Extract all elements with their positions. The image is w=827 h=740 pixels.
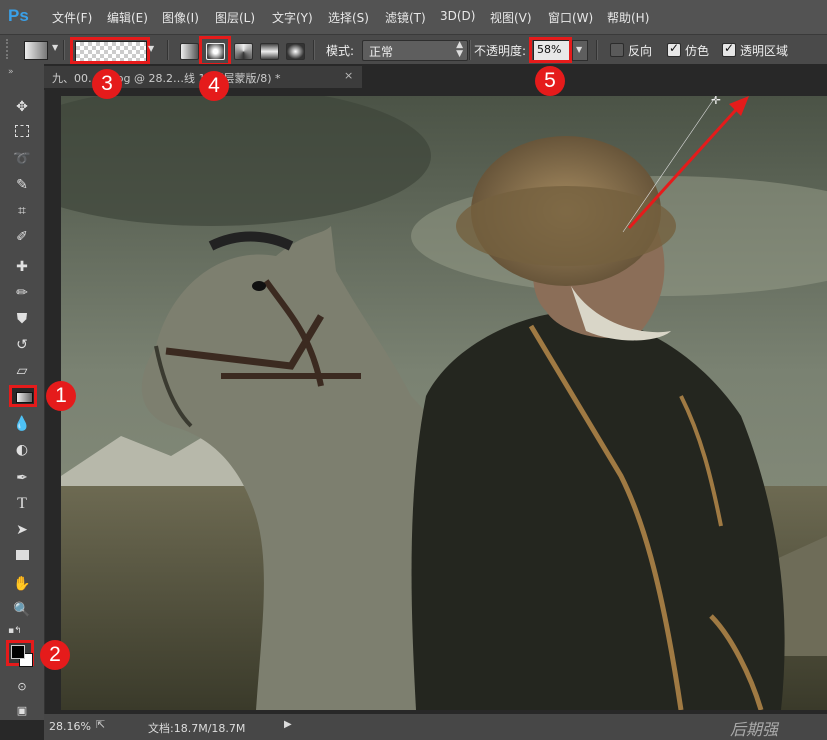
transparency-label: 透明区域	[740, 44, 789, 58]
document-tab-title: 九、00…图.jpg @ 28.2…线 1, 图层蒙版/8) *	[52, 72, 281, 85]
menu-layer[interactable]: 图层(L)	[215, 9, 255, 26]
type-tool-icon[interactable]: T	[11, 494, 33, 514]
divider	[63, 40, 65, 60]
rectangle-tool-icon[interactable]	[11, 546, 33, 566]
dodge-tool-icon[interactable]: ◐	[11, 440, 33, 460]
dither-label: 仿色	[685, 44, 710, 58]
menu-bar: Ps 文件(F) 编辑(E) 图像(I) 图层(L) 文字(Y) 选择(S) 滤…	[0, 0, 827, 34]
watermark: 后期强	[730, 720, 779, 739]
preset-dropdown-arrow-icon[interactable]: ▼	[52, 43, 58, 52]
menu-image[interactable]: 图像(I)	[162, 9, 199, 26]
mode-select[interactable]: 正常 ▲ ▼	[362, 40, 468, 61]
gradient-tool-icon	[16, 392, 33, 403]
hand-tool-icon[interactable]: ✋	[11, 574, 33, 594]
color-swatches[interactable]	[6, 640, 34, 667]
status-menu-arrow-icon[interactable]: ▶	[284, 719, 292, 730]
highlight-box-4	[199, 36, 231, 66]
menu-file[interactable]: 文件(F)	[52, 9, 92, 26]
checkmark-icon: ✓	[669, 41, 680, 55]
canvas-photo: ✛	[61, 96, 827, 710]
linear-gradient-icon[interactable]	[180, 43, 199, 60]
stamp-tool-icon[interactable]: ⛊	[11, 309, 33, 329]
gradient-tool-preset-icon[interactable]	[24, 41, 48, 60]
menu-view[interactable]: 视图(V)	[490, 9, 532, 26]
menu-3d[interactable]: 3D(D)	[440, 9, 475, 23]
menu-window[interactable]: 窗口(W)	[548, 9, 593, 26]
reverse-checkbox[interactable]	[610, 43, 624, 57]
transparency-checkbox[interactable]: ✓	[722, 41, 736, 57]
eyedropper-tool-icon[interactable]: ✐	[11, 227, 33, 247]
annotation-badge-1: 1	[46, 381, 76, 411]
marquee-tool-icon[interactable]	[11, 123, 33, 143]
pen-tool-icon[interactable]: ✒	[11, 468, 33, 488]
annotation-badge-5: 5	[535, 66, 565, 96]
status-bar: 28.16% ⇱ 文档:18.7M/18.7M ▶ 后期强	[44, 714, 827, 740]
checkmark-icon: ✓	[724, 41, 735, 55]
annotation-badge-3: 3	[92, 69, 122, 99]
dither-checkbox[interactable]: ✓	[667, 41, 681, 57]
swap-colors-icon[interactable]: ▪↰	[8, 626, 22, 636]
tools-panel: » ✥ ➰ ✎ ⌗ ✐ ✚ ✏ ⛊ ↺ ▱ 💧 ◐ ✒ T ➤ ✋ 🔍 ▪↰ ⊙…	[0, 64, 45, 720]
angle-gradient-icon[interactable]	[234, 43, 253, 60]
quick-select-tool-icon[interactable]: ✎	[11, 175, 33, 195]
document-info: 文档:18.7M/18.7M	[148, 722, 246, 735]
screen-mode-icon[interactable]: ▣	[11, 701, 33, 721]
menu-filter[interactable]: 滤镜(T)	[385, 9, 426, 26]
mode-value: 正常	[369, 45, 394, 59]
zoom-level[interactable]: 28.16%	[49, 720, 91, 733]
opacity-label: 不透明度:	[474, 44, 527, 58]
export-icon[interactable]: ⇱	[96, 718, 105, 731]
photoshop-logo: Ps	[8, 6, 29, 25]
options-bar: ▼ ▼ 模式: 正常 ▲ ▼ 不透明度: 58% ▼ 反向 ✓ 仿色 ✓ 透明区域	[0, 34, 827, 66]
opacity-dropdown[interactable]: ▼	[572, 40, 588, 61]
close-tab-icon[interactable]: ×	[344, 69, 353, 82]
history-brush-tool-icon[interactable]: ↺	[11, 335, 33, 355]
divider	[313, 40, 315, 60]
reflected-gradient-icon[interactable]	[260, 43, 279, 60]
healing-tool-icon[interactable]: ✚	[11, 257, 33, 277]
foreground-color-swatch[interactable]	[11, 645, 25, 659]
annotation-badge-4: 4	[199, 71, 229, 101]
gradient-tool-button[interactable]	[9, 385, 37, 407]
annotation-badge-2: 2	[40, 640, 70, 670]
brush-tool-icon[interactable]: ✏	[11, 283, 33, 303]
quick-mask-icon[interactable]: ⊙	[11, 677, 33, 697]
menu-select[interactable]: 选择(S)	[328, 9, 369, 26]
stepper-icon: ▲ ▼	[456, 40, 463, 59]
menu-type[interactable]: 文字(Y)	[272, 9, 313, 26]
highlight-box-5	[529, 37, 572, 63]
svg-text:✛: ✛	[711, 96, 721, 107]
crop-tool-icon[interactable]: ⌗	[11, 201, 33, 221]
options-grip	[6, 39, 14, 59]
diamond-gradient-icon[interactable]	[286, 43, 305, 60]
mode-label: 模式:	[326, 44, 355, 58]
reverse-label: 反向	[628, 44, 653, 58]
path-select-tool-icon[interactable]: ➤	[11, 520, 33, 540]
gradient-dropdown-arrow-icon[interactable]: ▼	[148, 44, 154, 53]
move-tool-icon[interactable]: ✥	[11, 97, 33, 117]
divider	[167, 40, 169, 60]
lasso-tool-icon[interactable]: ➰	[11, 149, 33, 169]
highlight-box-3	[70, 37, 150, 64]
opacity-dropdown-arrow-icon: ▼	[576, 45, 583, 54]
blur-tool-icon[interactable]: 💧	[11, 414, 33, 434]
eraser-tool-icon[interactable]: ▱	[11, 361, 33, 381]
divider	[596, 40, 598, 60]
menu-help[interactable]: 帮助(H)	[607, 9, 649, 26]
zoom-tool-icon[interactable]: 🔍	[11, 600, 33, 620]
divider	[469, 40, 471, 60]
menu-edit[interactable]: 编辑(E)	[107, 9, 148, 26]
document-canvas[interactable]: ✛	[61, 96, 827, 710]
collapse-icon[interactable]: »	[8, 67, 14, 77]
